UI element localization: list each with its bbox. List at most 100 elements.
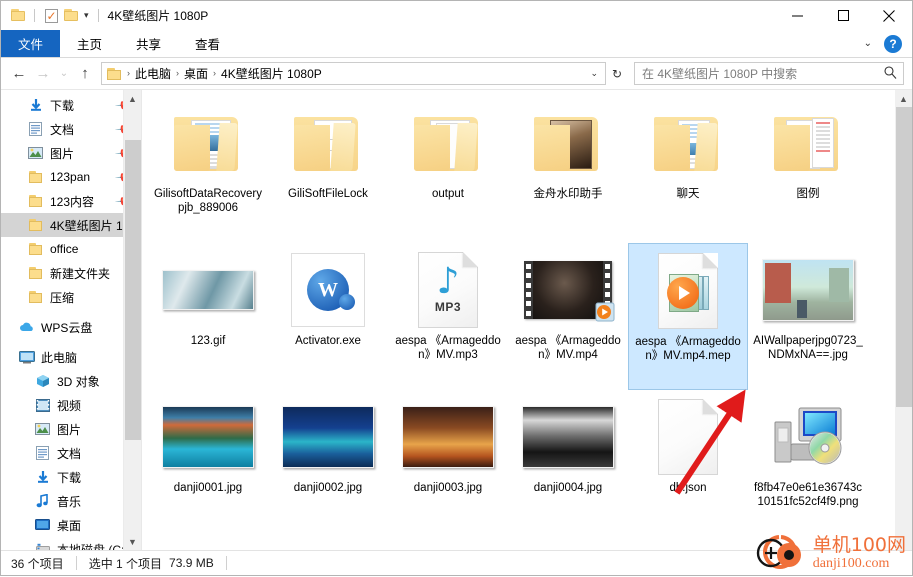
- sidebar-item-videos[interactable]: 视频: [1, 393, 141, 417]
- file-item[interactable]: 金舟水印助手: [508, 96, 628, 243]
- sidebar-item-pictures[interactable]: 图片: [1, 417, 141, 441]
- close-button[interactable]: [866, 1, 912, 30]
- explorer-body: 下载 📌 文档 📌 图片 📌: [1, 89, 912, 550]
- help-button[interactable]: ?: [884, 34, 902, 53]
- folder-sheet-icon: S: [772, 113, 844, 173]
- qat-properties-icon[interactable]: ✓: [41, 6, 61, 26]
- file-item[interactable]: GiliSoftFileLock: [268, 96, 388, 243]
- tab-share[interactable]: 共享: [119, 30, 178, 57]
- sidebar-item-123content[interactable]: 123内容 📌: [1, 189, 141, 213]
- file-item[interactable]: 123.gif: [148, 243, 268, 390]
- sidebar-item-documents[interactable]: 文档: [1, 441, 141, 465]
- gif-thumbnail-image: [162, 270, 254, 310]
- tab-home[interactable]: 主页: [60, 30, 119, 57]
- breadcrumb-item-this-pc[interactable]: 此电脑: [132, 65, 174, 82]
- sidebar-item-office[interactable]: office: [1, 237, 141, 261]
- file-item[interactable]: danji0004.jpg: [508, 390, 628, 537]
- file-item[interactable]: f8fb47e0e61e36743c10151fc52cf4f9.png: [748, 390, 868, 537]
- sidebar-item-desktop[interactable]: 桌面: [1, 513, 141, 537]
- content-scrollbar[interactable]: ▲: [895, 90, 912, 550]
- ribbon-tab-bar: 文件 主页 共享 查看 ⌄ ?: [1, 30, 912, 58]
- download-icon: [34, 469, 51, 486]
- sidebar-scrollbar-thumb[interactable]: [125, 140, 141, 440]
- minimize-button[interactable]: [774, 1, 820, 30]
- scroll-up-icon[interactable]: ▲: [895, 90, 912, 107]
- file-name: 123.gif: [190, 335, 226, 347]
- file-name: 金舟水印助手: [533, 188, 603, 200]
- sidebar-item-123pan[interactable]: 123pan 📌: [1, 165, 141, 189]
- file-item[interactable]: 聊天: [628, 96, 748, 243]
- status-item-count: 36 个项目: [11, 556, 64, 571]
- breadcrumb[interactable]: › 此电脑 › 桌面 › 4K壁纸图片 1080P ⌄: [101, 62, 606, 85]
- sidebar-label: 本地磁盘 (C:): [57, 542, 129, 551]
- content-scrollbar-thumb[interactable]: [896, 107, 912, 407]
- sunset-thumbnail-image: [402, 406, 494, 468]
- file-list-pane[interactable]: GilisoftDataRecoverypjb_889006 GiliSoftF…: [141, 90, 912, 550]
- breadcrumb-item-desktop[interactable]: 桌面: [181, 65, 211, 82]
- file-name: 图例: [796, 188, 820, 200]
- folder-document-icon: [652, 113, 724, 173]
- sidebar-item-downloads-quick[interactable]: 下载 📌: [1, 93, 141, 117]
- file-thumbnail: W: [268, 247, 388, 333]
- file-thumbnail: [148, 247, 268, 333]
- file-item[interactable]: output: [388, 96, 508, 243]
- maximize-button[interactable]: [820, 1, 866, 30]
- qat-dropdown-icon[interactable]: ▾: [81, 11, 92, 20]
- file-item[interactable]: GilisoftDataRecoverypjb_889006: [148, 96, 268, 243]
- sidebar-item-compressed[interactable]: 压缩: [1, 285, 141, 309]
- sidebar-scroll-down-icon[interactable]: ▼: [124, 533, 141, 550]
- qat-new-folder-icon[interactable]: [61, 6, 81, 26]
- sidebar-item-wps-cloud[interactable]: WPS云盘: [1, 315, 141, 339]
- night-thumbnail-image: [282, 406, 374, 468]
- tab-file[interactable]: 文件: [1, 30, 61, 57]
- mp3-file-icon: ♪ MP3: [418, 252, 478, 328]
- file-item[interactable]: S 图例: [748, 96, 868, 243]
- sidebar-item-local-disk-c[interactable]: 本地磁盘 (C:): [1, 537, 141, 550]
- qat-folder-icon[interactable]: [8, 6, 28, 26]
- sidebar-scrollbar[interactable]: ▲ ▼: [123, 90, 141, 550]
- file-thumbnail: [628, 100, 748, 186]
- file-item[interactable]: danji0002.jpg: [268, 390, 388, 537]
- file-item-selected[interactable]: aespa 《Armageddon》MV.mp4.mep: [628, 243, 748, 390]
- sidebar-item-4k-wallpaper[interactable]: 4K壁纸图片 1080: [1, 213, 141, 237]
- file-thumbnail: [508, 100, 628, 186]
- file-item[interactable]: ♪ MP3 aespa 《Armageddon》MV.mp3: [388, 243, 508, 390]
- search-box[interactable]: 在 4K壁纸图片 1080P 中搜索: [634, 62, 904, 85]
- folder-icon: [27, 169, 44, 186]
- back-button[interactable]: ←: [7, 62, 31, 86]
- file-item[interactable]: danji0001.jpg: [148, 390, 268, 537]
- file-name: aespa 《Armageddon》MV.mp4: [515, 335, 621, 361]
- file-item[interactable]: aespa 《Armageddon》MV.mp4: [508, 243, 628, 390]
- breadcrumb-separator-0: ›: [127, 68, 130, 78]
- breadcrumb-item-current[interactable]: 4K壁纸图片 1080P: [218, 65, 325, 82]
- search-input[interactable]: 在 4K壁纸图片 1080P 中搜索: [642, 65, 884, 82]
- file-item[interactable]: db.json: [628, 390, 748, 537]
- chevron-down-icon[interactable]: ⌄: [860, 38, 876, 49]
- sidebar-item-music[interactable]: 音乐: [1, 489, 141, 513]
- refresh-button[interactable]: ↻: [606, 62, 628, 85]
- file-item[interactable]: danji0003.jpg: [388, 390, 508, 537]
- breadcrumb-dropdown-icon[interactable]: ⌄: [585, 68, 603, 79]
- window-title: 4K壁纸图片 1080P: [107, 9, 209, 23]
- sidebar-label: office: [50, 242, 79, 256]
- music-icon: [34, 493, 51, 510]
- sidebar-item-new-folder[interactable]: 新建文件夹: [1, 261, 141, 285]
- pictures-icon: [27, 145, 44, 162]
- file-item[interactable]: W Activator.exe: [268, 243, 388, 390]
- sidebar-item-documents-quick[interactable]: 文档 📌: [1, 117, 141, 141]
- status-divider-2: [225, 556, 227, 570]
- video-thumbnail: [524, 261, 615, 322]
- tab-view[interactable]: 查看: [178, 30, 237, 57]
- up-button[interactable]: ↑: [73, 62, 97, 86]
- sidebar-item-3d-objects[interactable]: 3D 对象: [1, 369, 141, 393]
- folder-icon: [27, 193, 44, 210]
- sidebar-item-this-pc[interactable]: 此电脑: [1, 345, 141, 369]
- file-name: db.json: [669, 482, 707, 494]
- sidebar-scroll-up-icon[interactable]: ▲: [124, 90, 141, 107]
- recent-locations-button[interactable]: ⌄: [55, 62, 73, 86]
- forward-button[interactable]: →: [31, 62, 55, 86]
- window-controls: [774, 1, 912, 30]
- sidebar-item-downloads[interactable]: 下载: [1, 465, 141, 489]
- sidebar-item-pictures-quick[interactable]: 图片 📌: [1, 141, 141, 165]
- file-item[interactable]: AIWallpaperjpg0723_NDMxNA==.jpg: [748, 243, 868, 390]
